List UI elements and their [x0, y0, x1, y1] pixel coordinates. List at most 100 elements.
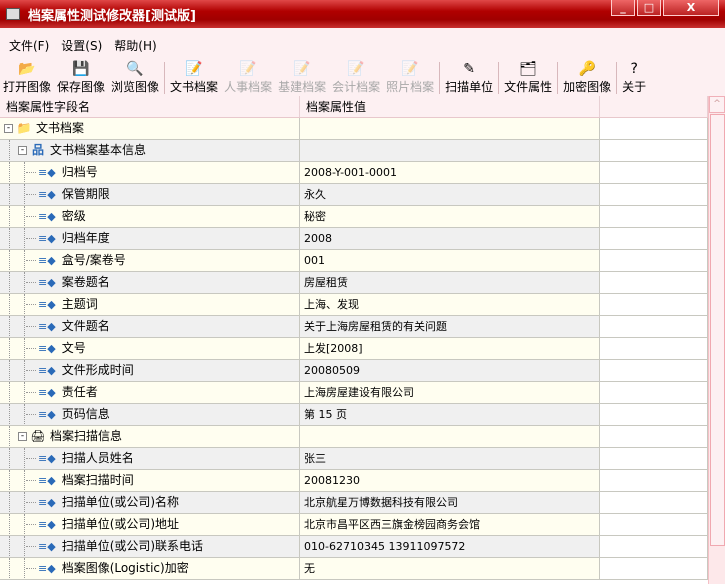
field-value-cell[interactable]: 无 — [300, 558, 600, 579]
toolbar-button-5[interactable]: 📝 基建档案 — [275, 60, 329, 96]
tree-node[interactable]: ≡◆ 扫描单位(或公司)联系电话 — [0, 536, 299, 557]
field-value-cell[interactable]: 2008-Y-001-0001 — [300, 162, 600, 183]
tree-node[interactable]: ≡◆ 扫描人员姓名 — [0, 448, 299, 469]
maximize-button[interactable]: □ — [637, 0, 661, 16]
field-value-cell[interactable]: 北京市昌平区西三旗金榜园商务会馆 — [300, 514, 600, 535]
tree-node[interactable]: ≡◆ 主题词 — [0, 294, 299, 315]
field-value-cell[interactable]: 秘密 — [300, 206, 600, 227]
field-value-cell[interactable]: 北京航星万博数据科技有限公司 — [300, 492, 600, 513]
table-row[interactable]: ≡◆ 档案图像(Logistic)加密 无 — [0, 558, 708, 580]
field-value-cell[interactable]: 张三 — [300, 448, 600, 469]
toolbar-button-6[interactable]: 📝 会计档案 — [329, 60, 383, 96]
field-value-cell[interactable]: 20080509 — [300, 360, 600, 381]
tree-line — [9, 536, 10, 557]
table-row[interactable]: ≡◆ 归档号 2008-Y-001-0001 — [0, 162, 708, 184]
field-value-cell[interactable]: 010-62710345 13911097572 — [300, 536, 600, 557]
table-row[interactable]: - 📁 文书档案 — [0, 118, 708, 140]
tree-node[interactable]: ≡◆ 归档年度 — [0, 228, 299, 249]
column-header-field-value[interactable]: 档案属性值 — [300, 96, 600, 117]
field-value-cell[interactable]: 关于上海房屋租赁的有关问题 — [300, 316, 600, 337]
menu-help[interactable]: 帮助(H) — [114, 37, 156, 54]
toolbar-button-1[interactable]: 💾 保存图像 — [54, 60, 108, 96]
field-value-cell[interactable]: 房屋租赁 — [300, 272, 600, 293]
property-icon: ≡◆ — [38, 342, 56, 355]
close-button[interactable]: X — [663, 0, 719, 16]
field-name-cell: ≡◆ 档案扫描时间 — [0, 470, 300, 491]
tree-node[interactable]: ≡◆ 保管期限 — [0, 184, 299, 205]
field-value-cell[interactable]: 001 — [300, 250, 600, 271]
window-title: 档案属性测试修改器[测试版] — [28, 8, 196, 24]
tree-node[interactable]: - 📁 文书档案 — [0, 118, 299, 139]
toolbar-button-2[interactable]: 🔍 浏览图像 — [108, 60, 162, 96]
tree-node[interactable]: ≡◆ 文件形成时间 — [0, 360, 299, 381]
toolbar-button-11[interactable]: ? 关于 — [619, 60, 649, 96]
tree-node[interactable]: ≡◆ 扫描单位(或公司)名称 — [0, 492, 299, 513]
toolbar-icon-1: 💾 — [72, 61, 90, 77]
tree-node[interactable]: ≡◆ 归档号 — [0, 162, 299, 183]
field-value-cell — [300, 426, 600, 447]
collapse-toggle-icon[interactable]: - — [18, 432, 27, 441]
table-row[interactable]: ≡◆ 责任者 上海房屋建设有限公司 — [0, 382, 708, 404]
table-row[interactable]: ≡◆ 扫描单位(或公司)名称 北京航星万博数据科技有限公司 — [0, 492, 708, 514]
table-row[interactable]: ≡◆ 盒号/案卷号 001 — [0, 250, 708, 272]
table-row[interactable]: ≡◆ 文号 上发[2008] — [0, 338, 708, 360]
tree-node[interactable]: ≡◆ 密级 — [0, 206, 299, 227]
toolbar-button-0[interactable]: 📂 打开图像 — [0, 60, 54, 96]
tree-node[interactable]: ≡◆ 页码信息 — [0, 404, 299, 425]
toolbar-button-3[interactable]: 📝 文书档案 — [167, 60, 221, 96]
minimize-button[interactable]: _ — [611, 0, 635, 16]
toolbar-icon-8: ✎ — [463, 61, 475, 77]
column-header-field-name[interactable]: 档案属性字段名 — [0, 96, 300, 117]
tree-node[interactable]: ≡◆ 案卷题名 — [0, 272, 299, 293]
scrollbar-thumb[interactable] — [710, 114, 725, 546]
table-row[interactable]: ≡◆ 扫描单位(或公司)联系电话 010-62710345 13911097572 — [0, 536, 708, 558]
toolbar-button-8[interactable]: ✎ 扫描单位 — [442, 60, 496, 96]
tree-node[interactable]: ≡◆ 档案扫描时间 — [0, 470, 299, 491]
tree-node[interactable]: ≡◆ 文件题名 — [0, 316, 299, 337]
field-name: 主题词 — [61, 297, 98, 311]
tree-node[interactable]: ≡◆ 盒号/案卷号 — [0, 250, 299, 271]
table-row[interactable]: ≡◆ 案卷题名 房屋租赁 — [0, 272, 708, 294]
scroll-up-arrow-icon[interactable]: ^ — [709, 96, 725, 113]
table-row[interactable]: ≡◆ 扫描单位(或公司)地址 北京市昌平区西三旗金榜园商务会馆 — [0, 514, 708, 536]
toolbar-button-10[interactable]: 🔑 加密图像 — [560, 60, 614, 96]
toolbar-button-7[interactable]: 📝 照片档案 — [383, 60, 437, 96]
table-row[interactable]: - 🖨 档案扫描信息 — [0, 426, 708, 448]
table-row[interactable]: ≡◆ 文件题名 关于上海房屋租赁的有关问题 — [0, 316, 708, 338]
field-value-cell[interactable]: 第 15 页 — [300, 404, 600, 425]
tree-node[interactable]: - 🖨 档案扫描信息 — [0, 426, 299, 447]
table-row[interactable]: ≡◆ 页码信息 第 15 页 — [0, 404, 708, 426]
field-value-cell[interactable]: 2008 — [300, 228, 600, 249]
tree-branch — [26, 524, 36, 525]
menu-file[interactable]: 文件(F) — [9, 37, 49, 54]
tree-node[interactable]: - 品文书档案基本信息 — [0, 140, 299, 161]
table-row[interactable]: - 品文书档案基本信息 — [0, 140, 708, 162]
table-row[interactable]: ≡◆ 档案扫描时间 20081230 — [0, 470, 708, 492]
tree-line — [24, 360, 25, 381]
table-row[interactable]: ≡◆ 保管期限 永久 — [0, 184, 708, 206]
table-row[interactable]: ≡◆ 主题词 上海、发现 — [0, 294, 708, 316]
tree-branch — [26, 546, 36, 547]
collapse-toggle-icon[interactable]: - — [18, 146, 27, 155]
tree-node[interactable]: ≡◆ 责任者 — [0, 382, 299, 403]
table-row[interactable]: ≡◆ 归档年度 2008 — [0, 228, 708, 250]
toolbar-button-4[interactable]: 📝 人事档案 — [221, 60, 275, 96]
toolbar-icon-7: 📝 — [401, 61, 419, 77]
tree-node[interactable]: ≡◆ 文号 — [0, 338, 299, 359]
collapse-toggle-icon[interactable]: - — [4, 124, 13, 133]
field-value-cell[interactable]: 上海、发现 — [300, 294, 600, 315]
field-name: 文件形成时间 — [61, 363, 134, 377]
field-value-cell[interactable]: 20081230 — [300, 470, 600, 491]
tree-node[interactable]: ≡◆ 扫描单位(或公司)地址 — [0, 514, 299, 535]
field-value-cell[interactable]: 永久 — [300, 184, 600, 205]
tree-line — [24, 206, 25, 227]
menu-settings[interactable]: 设置(S) — [61, 37, 102, 54]
tree-node[interactable]: ≡◆ 档案图像(Logistic)加密 — [0, 558, 299, 579]
field-value-cell[interactable]: 上海房屋建设有限公司 — [300, 382, 600, 403]
field-value-cell[interactable]: 上发[2008] — [300, 338, 600, 359]
vertical-scrollbar[interactable]: ^ — [708, 96, 725, 584]
toolbar-button-9[interactable]: 🗂 文件属性 — [501, 60, 555, 96]
table-row[interactable]: ≡◆ 文件形成时间 20080509 — [0, 360, 708, 382]
table-row[interactable]: ≡◆ 扫描人员姓名 张三 — [0, 448, 708, 470]
table-row[interactable]: ≡◆ 密级 秘密 — [0, 206, 708, 228]
